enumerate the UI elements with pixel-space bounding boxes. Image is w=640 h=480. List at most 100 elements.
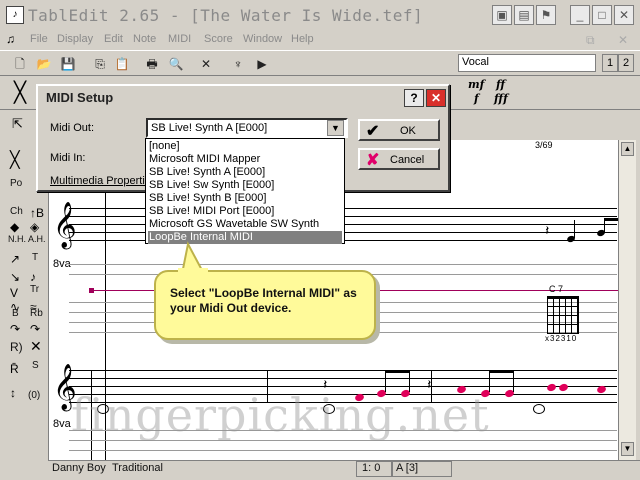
vertical-scrollbar[interactable]: ▲ ▼ <box>618 140 636 460</box>
dynamic-mf[interactable]: mf <box>468 78 484 91</box>
menu-note[interactable]: Note <box>133 33 156 45</box>
maximize-button[interactable]: □ <box>592 5 612 25</box>
tabledit-window: ♪ TablEdit 2.65 - [The Water Is Wide.tef… <box>0 0 640 480</box>
palette-ah[interactable]: A.H. <box>28 234 46 244</box>
dynamic-fff[interactable]: fff <box>494 92 508 105</box>
copy-icon[interactable]: ⎘ <box>90 55 110 73</box>
instruction-callout: Select "LoopBe Internal MIDI" as your Mi… <box>154 270 376 340</box>
bend-icon[interactable]: ↑B <box>30 206 44 220</box>
note-head <box>596 384 607 395</box>
doc-icon[interactable]: ♫ <box>6 32 15 46</box>
callout-pointer-join <box>178 268 208 272</box>
checkmark-icon: ✔ <box>366 123 380 140</box>
harmonic-icon[interactable]: ◆ <box>10 220 19 234</box>
palette-s[interactable]: S <box>32 360 39 371</box>
window-icon[interactable]: ▤ <box>514 5 534 25</box>
tab-fret-circle <box>533 404 545 414</box>
status-song: Danny Boy <box>52 462 106 474</box>
strum-icon[interactable]: ↕ <box>10 386 16 400</box>
bend-release2-icon[interactable]: ↷ <box>30 322 40 336</box>
menu-midi[interactable]: MIDI <box>168 33 191 45</box>
minimize-button[interactable]: _ <box>570 5 590 25</box>
slash-icon[interactable]: ╳ <box>10 150 20 170</box>
slide-down-icon[interactable]: ↘ <box>10 270 20 284</box>
play-icon[interactable]: ▶ <box>252 55 272 73</box>
close-button[interactable]: ✕ <box>614 5 634 25</box>
instrument-select[interactable]: Vocal <box>458 54 596 72</box>
dynamic-ff[interactable]: ff <box>496 78 505 91</box>
app-icon[interactable]: ♪ <box>6 6 24 24</box>
tab-line <box>69 450 617 451</box>
multimedia-properties-link[interactable]: Multimedia Propertie <box>50 175 151 187</box>
cancel-x-icon: ✘ <box>366 152 380 169</box>
dropdown-option[interactable]: Microsoft MIDI Mapper <box>148 153 342 166</box>
palette-rb[interactable]: Rb <box>30 308 43 319</box>
dropdown-option[interactable]: SB Live! Synth B [E000] <box>148 192 342 205</box>
scroll-up-button[interactable]: ▲ <box>621 142 634 156</box>
mdi-restore-icon[interactable]: ⧉ <box>586 33 595 48</box>
tap-icon[interactable]: ♪ <box>30 270 36 284</box>
rasgueado-icon[interactable]: R̄ <box>10 362 19 376</box>
ok-button[interactable]: ✔ OK <box>358 119 440 141</box>
palette-zero[interactable]: (0) <box>28 390 40 401</box>
save-icon[interactable]: 💾 <box>58 55 78 73</box>
metronome-icon[interactable]: ♆ <box>228 55 248 73</box>
track-button-1[interactable]: 1 <box>602 54 618 72</box>
dialog-title: MIDI Setup <box>46 90 114 105</box>
menu-display[interactable]: Display <box>57 33 93 45</box>
palette-tr[interactable]: Tr <box>30 284 39 295</box>
new-file-icon[interactable]: 🗋 <box>10 55 30 73</box>
slide-up-icon[interactable]: ↗ <box>10 252 20 266</box>
dropdown-option[interactable]: [none] <box>148 140 342 153</box>
bar-icon[interactable]: ╳ <box>14 80 26 105</box>
staff-line <box>69 370 617 371</box>
print-icon[interactable]: 🖶 <box>142 55 162 73</box>
dropdown-option[interactable]: SB Live! Synth A [E000] <box>148 166 342 179</box>
cancel-x-icon[interactable]: ✕ <box>196 55 216 73</box>
palette-ch[interactable]: Ch <box>10 206 23 217</box>
pin-icon[interactable]: ⚑ <box>536 5 556 25</box>
midi-out-label: Midi Out: <box>50 122 95 134</box>
beam <box>489 370 514 373</box>
status-style: Traditional <box>112 462 163 474</box>
bend-release-icon[interactable]: ↷ <box>10 322 20 336</box>
status-position: 1: 0 <box>362 462 381 474</box>
tab-line <box>69 264 617 265</box>
scroll-down-button[interactable]: ▼ <box>621 442 634 456</box>
menu-score[interactable]: Score <box>204 33 233 45</box>
menu-help[interactable]: Help <box>291 33 314 45</box>
menu-window[interactable]: Window <box>243 33 282 45</box>
palette-nh[interactable]: N.H. <box>8 234 26 244</box>
staff-line <box>69 378 617 379</box>
dialog-close-button[interactable]: ✕ <box>426 89 446 107</box>
mdi-close-icon[interactable]: ✕ <box>618 33 628 47</box>
palette-po[interactable]: Po <box>10 178 22 189</box>
vibrato-icon[interactable]: V <box>10 286 18 300</box>
track-button-2[interactable]: 2 <box>618 54 634 72</box>
palette-t[interactable]: T <box>32 252 38 263</box>
rest-icon: 𝄽 <box>545 222 550 238</box>
status-string: A [3] <box>396 462 419 474</box>
menu-file[interactable]: File <box>30 33 48 45</box>
chevron-down-icon[interactable]: ▼ <box>327 120 344 136</box>
print-preview-icon[interactable]: 🔍 <box>166 55 186 73</box>
dead-note-icon[interactable]: ✕ <box>30 338 42 355</box>
palette-b[interactable]: B <box>12 308 19 319</box>
note-head <box>546 382 557 393</box>
dropdown-option[interactable]: SB Live! Sw Synth [E000] <box>148 179 342 192</box>
chord-diagram <box>547 296 579 334</box>
cancel-button[interactable]: ✘ Cancel <box>358 148 440 170</box>
note-stem <box>574 220 575 238</box>
dynamic-f[interactable]: f <box>474 92 479 105</box>
callout-text: Select "LoopBe Internal MIDI" as your Mi… <box>170 286 357 315</box>
palette-r-paren[interactable]: R) <box>10 340 23 354</box>
midi-out-select[interactable]: SB Live! Synth A [E000] <box>146 118 348 138</box>
paste-icon[interactable]: 📋 <box>112 55 132 73</box>
artificial-harmonic-icon[interactable]: ◈ <box>30 220 39 234</box>
open-folder-icon[interactable]: 📂 <box>34 55 54 73</box>
tile-icon[interactable]: ▣ <box>492 5 512 25</box>
menu-edit[interactable]: Edit <box>104 33 123 45</box>
dropdown-option[interactable]: SB Live! MIDI Port [E000] <box>148 205 342 218</box>
dropdown-option[interactable]: Microsoft GS Wavetable SW Synth <box>148 218 342 231</box>
help-button[interactable]: ? <box>404 89 424 107</box>
